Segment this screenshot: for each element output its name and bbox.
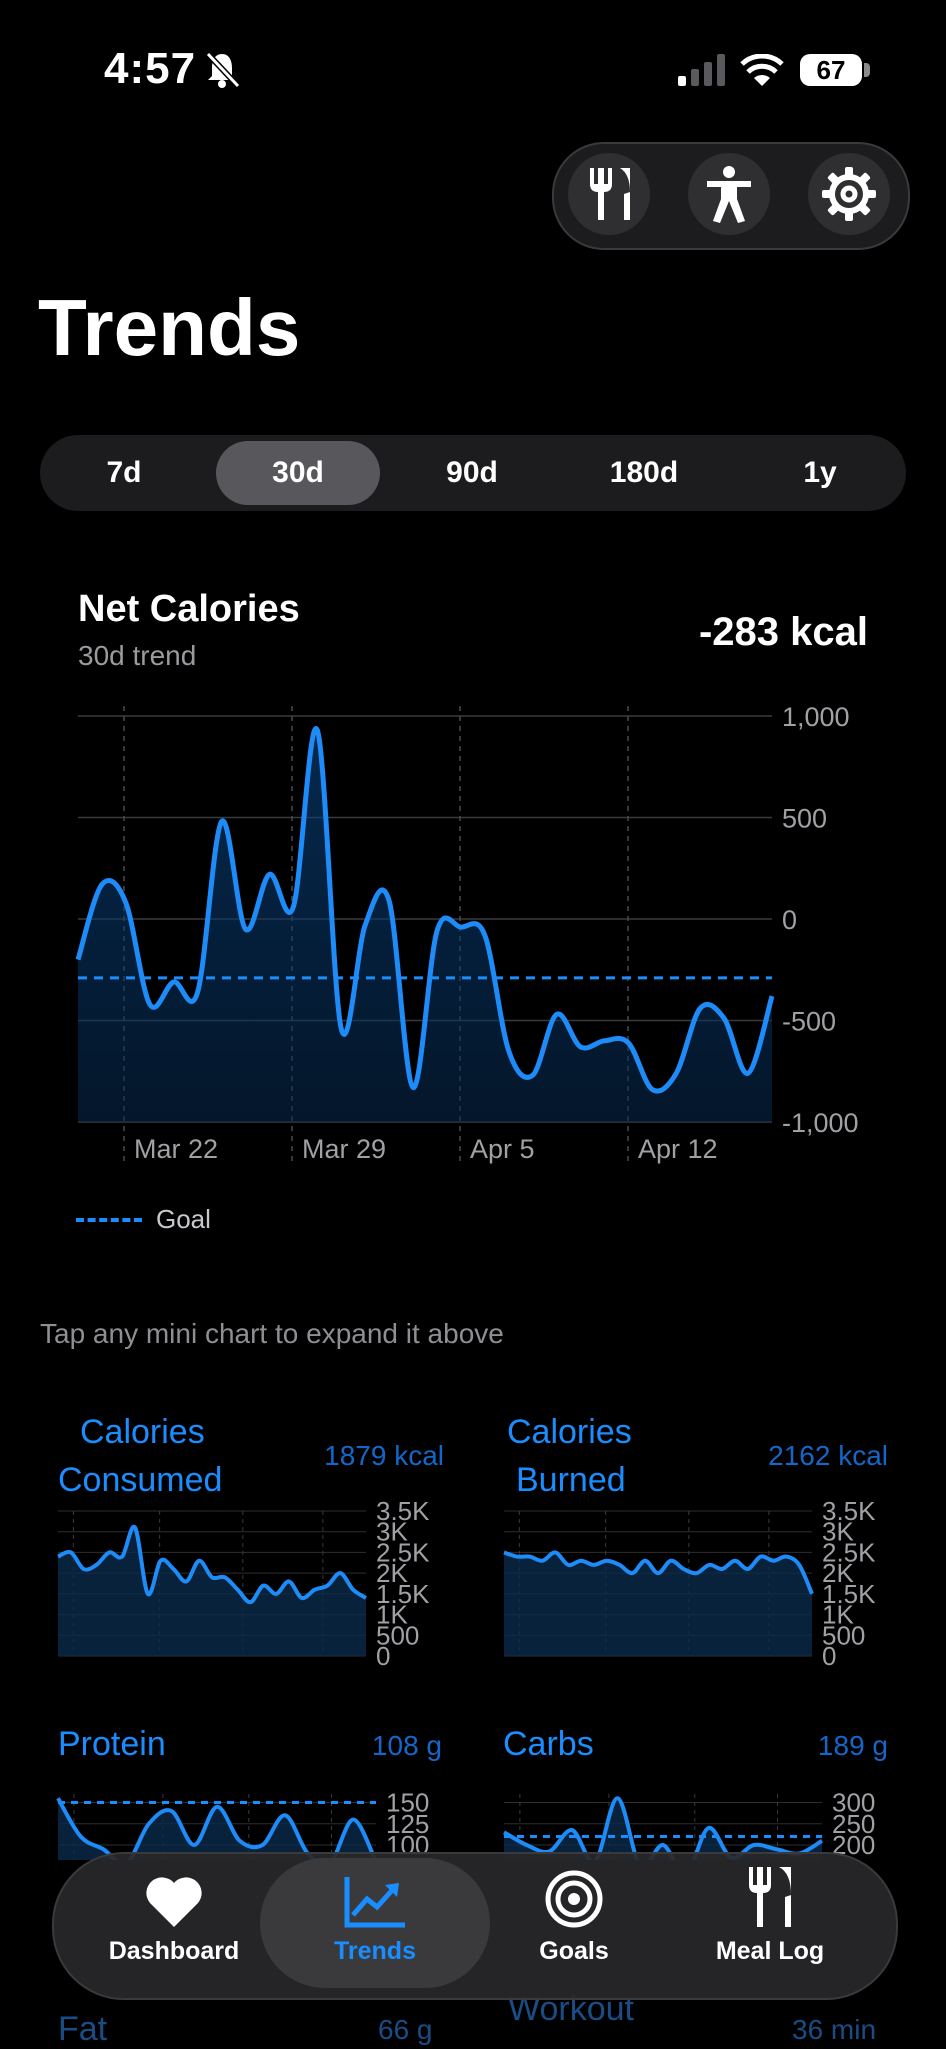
carbs-mini-chart[interactable]: 300250200 bbox=[486, 1770, 906, 1860]
page-title: Trends bbox=[38, 283, 301, 372]
range-7d[interactable]: 7d bbox=[44, 441, 204, 505]
wifi-icon bbox=[740, 54, 784, 86]
carbs-title: Carbs bbox=[503, 1725, 594, 1763]
x-tick-label: Mar 22 bbox=[134, 1134, 218, 1164]
cellular-signal-icon bbox=[678, 54, 725, 86]
fork-knife-icon bbox=[590, 168, 630, 220]
fat-title: Fat bbox=[58, 2010, 108, 2048]
status-time: 4:57 bbox=[104, 44, 197, 93]
tab-trends-label: Trends bbox=[334, 1937, 416, 1965]
x-tick-label: Apr 12 bbox=[638, 1134, 718, 1164]
y-tick-label: 500 bbox=[782, 804, 827, 834]
x-tick-label: Mar 29 bbox=[302, 1134, 386, 1164]
settings-button[interactable] bbox=[808, 153, 890, 235]
net-calories-title: Net Calories bbox=[78, 588, 300, 630]
mini-chart-hint: Tap any mini chart to expand it above bbox=[40, 1318, 504, 1349]
calories-consumed-title-1: Calories bbox=[80, 1413, 205, 1451]
goal-legend-swatch bbox=[76, 1217, 142, 1222]
goal-legend-label: Goal bbox=[156, 1204, 211, 1234]
range-90d[interactable]: 90d bbox=[390, 441, 554, 505]
battery-indicator: 67 bbox=[800, 54, 862, 86]
tab-dashboard-label: Dashboard bbox=[108, 1937, 240, 1965]
chart-legend: Goal bbox=[76, 1204, 211, 1235]
tab-meal-log-label: Meal Log bbox=[715, 1937, 825, 1965]
range-180d[interactable]: 180d bbox=[562, 441, 726, 505]
tab-dashboard[interactable]: Dashboard bbox=[74, 1858, 274, 1988]
fat-value: 66 g bbox=[378, 2014, 433, 2045]
carbs-value: 189 g bbox=[817, 1730, 888, 1761]
workout-value: 36 min bbox=[792, 2014, 877, 2045]
target-icon bbox=[545, 1870, 603, 1928]
calories-burned-mini-chart[interactable]: 3.5K3K2.5K2K1.5K1K5000 bbox=[486, 1496, 906, 1666]
y-tick-label: 1,000 bbox=[782, 702, 850, 732]
calories-burned-value: 2162 kcal bbox=[768, 1440, 888, 1471]
meal-button[interactable] bbox=[568, 153, 650, 235]
calories-consumed-value: 1879 kcal bbox=[324, 1440, 444, 1471]
y-tick-label: -500 bbox=[782, 1007, 836, 1037]
calories-burned-title-1: Calories bbox=[507, 1413, 632, 1451]
range-30d[interactable]: 30d bbox=[216, 441, 380, 505]
tab-goals-label: Goals bbox=[539, 1937, 609, 1965]
figure-icon bbox=[707, 166, 751, 223]
net-calories-area bbox=[78, 728, 772, 1122]
x-tick-label: Apr 5 bbox=[470, 1134, 535, 1164]
y-tick-label: 0 bbox=[782, 905, 797, 935]
tab-meal-log[interactable]: Meal Log bbox=[670, 1858, 870, 1988]
mini-area bbox=[58, 1526, 366, 1656]
tab-trends[interactable]: Trends bbox=[260, 1858, 490, 1988]
bell-slash-icon bbox=[205, 51, 240, 88]
mini-y-tick: 0 bbox=[822, 1641, 836, 1666]
tab-goals[interactable]: Goals bbox=[474, 1858, 674, 1988]
protein-title: Protein bbox=[58, 1725, 166, 1763]
protein-value: 108 g bbox=[371, 1730, 442, 1761]
range-1y[interactable]: 1y bbox=[738, 441, 902, 505]
heart-icon bbox=[146, 1877, 202, 1927]
protein-mini-chart[interactable]: 150125100 bbox=[40, 1770, 460, 1860]
net-calories-chart[interactable]: 1,000 500 0 -500 -1,000 Mar 22 Mar 29 Apr 5 Apr … bbox=[0, 690, 946, 1180]
mini-y-tick: 0 bbox=[376, 1641, 390, 1666]
activity-button[interactable] bbox=[688, 153, 770, 235]
gear-icon bbox=[822, 167, 876, 221]
y-tick-label: -1,000 bbox=[782, 1108, 859, 1138]
chart-icon bbox=[344, 1877, 405, 1928]
fork-knife-icon bbox=[749, 1867, 791, 1927]
net-calories-value: -283 kcal bbox=[698, 610, 868, 654]
battery-nub bbox=[864, 63, 870, 77]
net-calories-subtitle: 30d trend bbox=[78, 640, 197, 671]
calories-consumed-mini-chart[interactable]: 3.5K3K2.5K2K1.5K1K5000 bbox=[40, 1496, 460, 1666]
mini-area bbox=[504, 1552, 812, 1656]
